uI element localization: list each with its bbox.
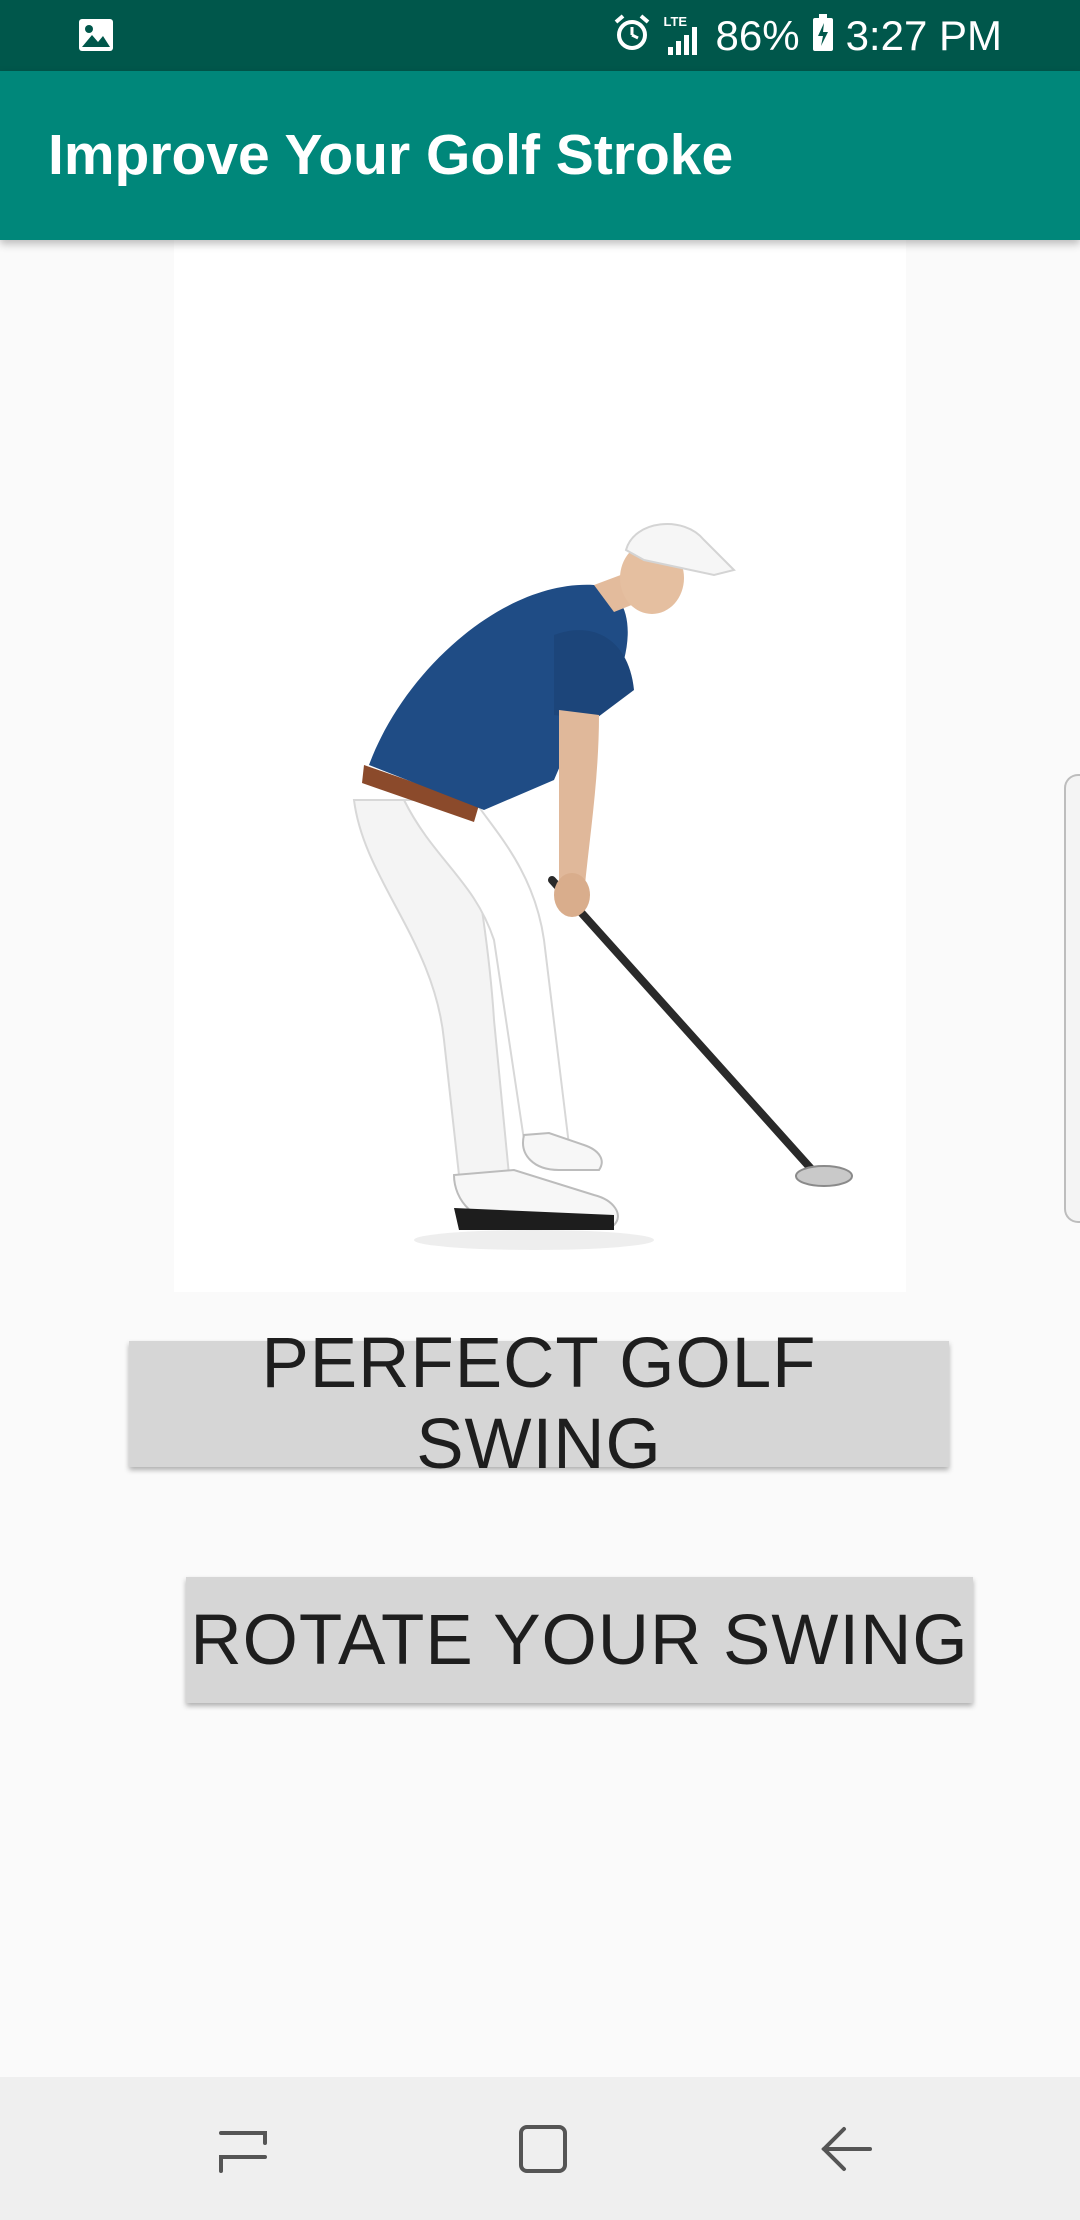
edge-panel-handle[interactable]	[1064, 774, 1080, 1223]
battery-icon	[812, 14, 834, 57]
signal-icon: LTE	[664, 13, 704, 59]
rotate-your-swing-button[interactable]: ROTATE YOUR SWING	[186, 1577, 973, 1703]
app-bar: Improve Your Golf Stroke	[0, 71, 1080, 240]
navigation-bar	[0, 2077, 1080, 2220]
alarm-icon	[612, 13, 652, 58]
gallery-icon	[78, 18, 114, 57]
back-icon[interactable]	[810, 2113, 882, 2185]
home-icon[interactable]	[507, 2113, 579, 2185]
clock: 3:27 PM	[845, 12, 1002, 59]
app-title: Improve Your Golf Stroke	[48, 123, 734, 187]
perfect-golf-swing-button[interactable]: PERFECT GOLF SWING	[129, 1324, 949, 1484]
status-bar: LTE 86% 3:27 PM	[0, 0, 1080, 71]
battery-percentage: 86%	[715, 12, 800, 59]
recents-icon[interactable]	[207, 2113, 279, 2185]
golfer-image	[174, 240, 906, 1292]
status-icons: LTE 86% 3:27 PM	[612, 0, 1002, 71]
